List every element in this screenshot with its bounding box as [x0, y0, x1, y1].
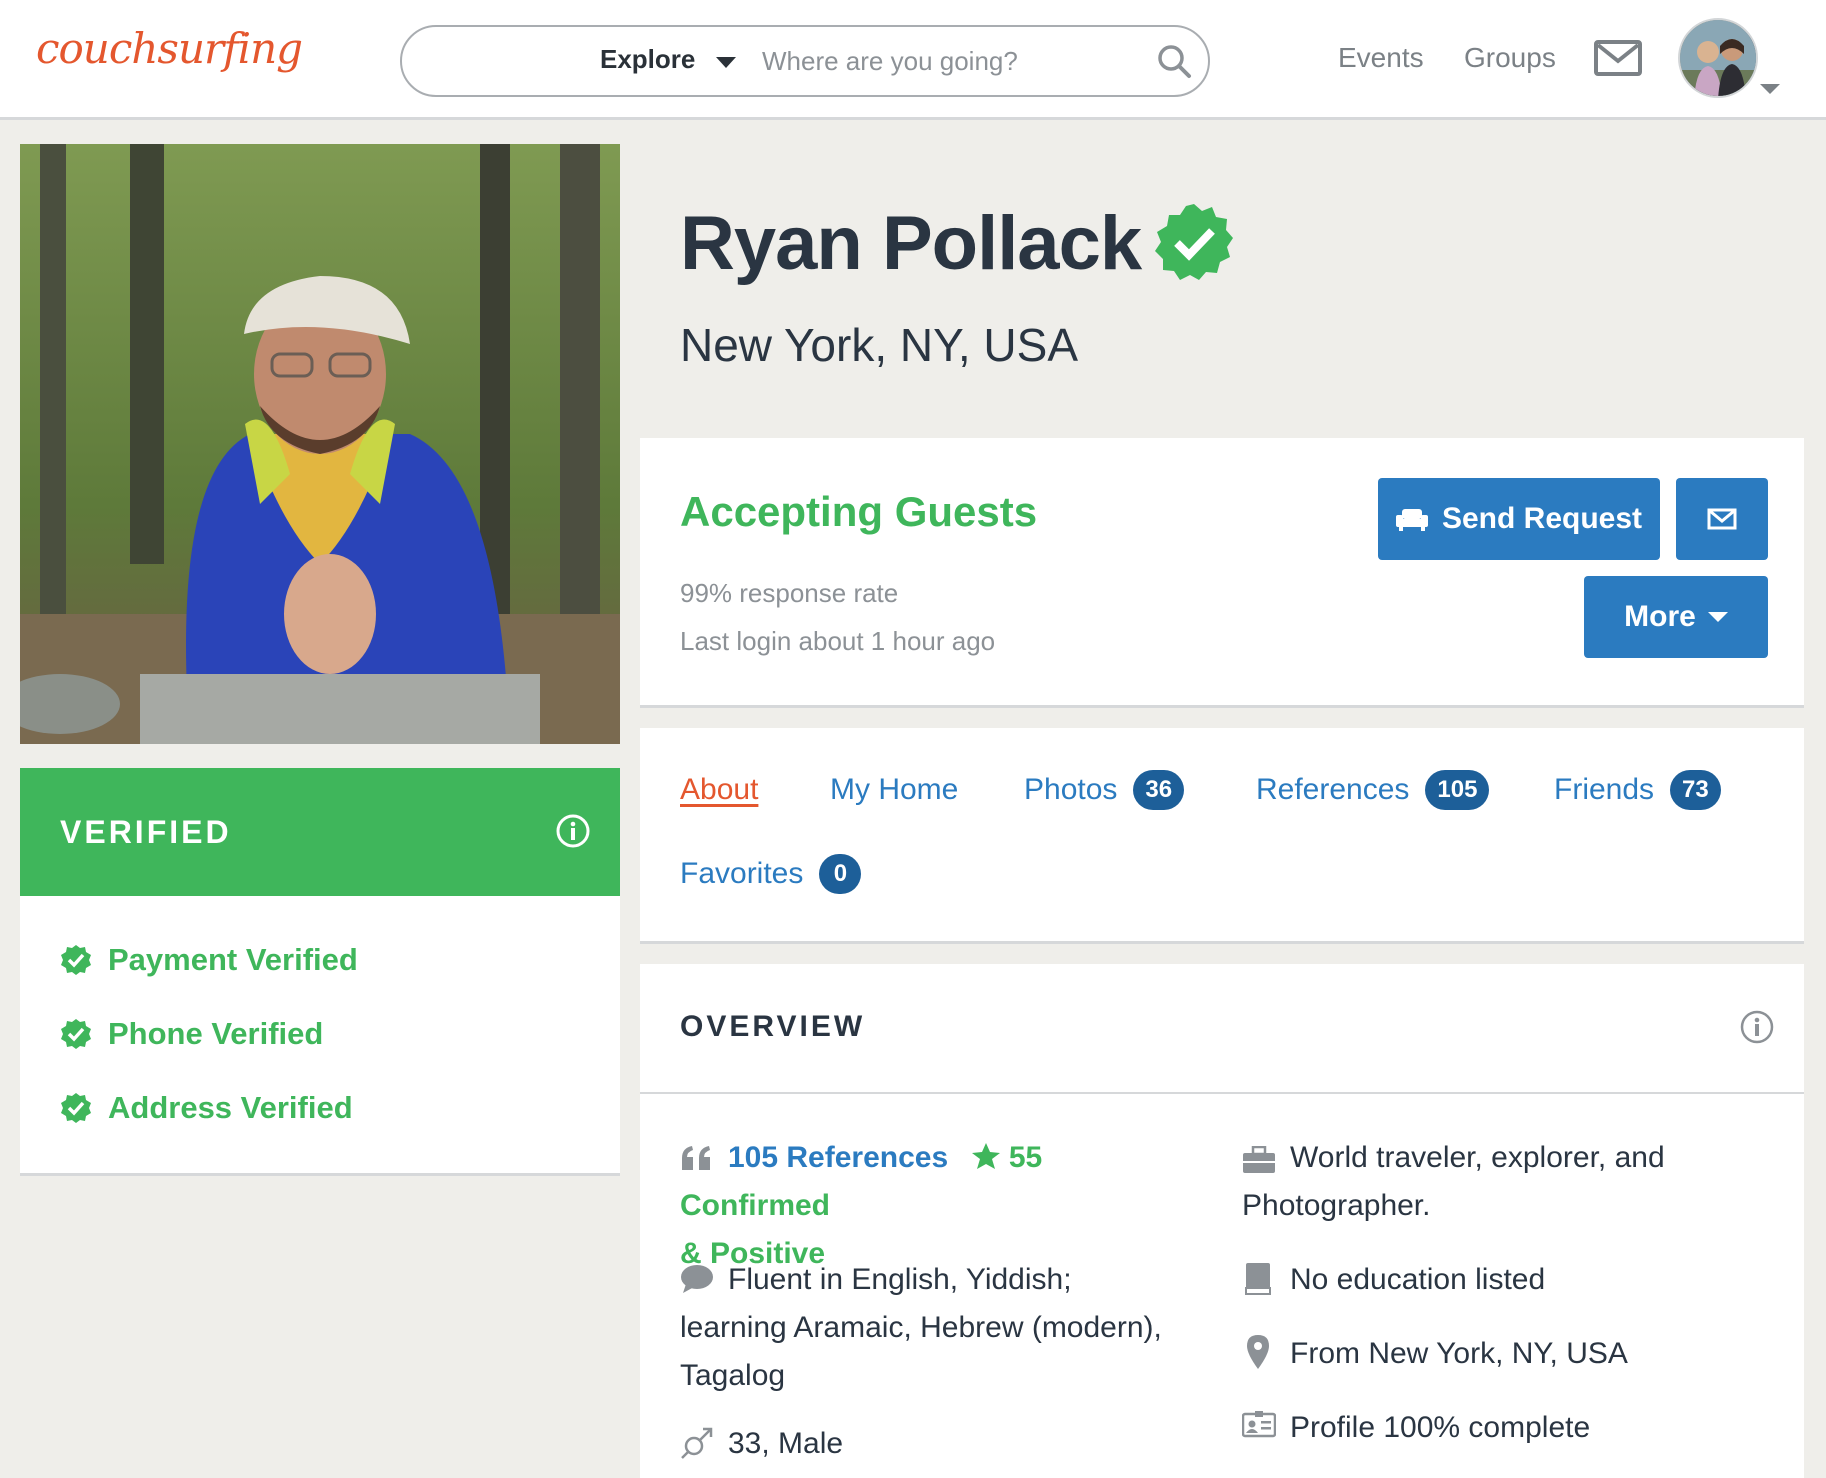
occupation: World traveler, explorer, and Photograph… — [1242, 1134, 1762, 1230]
tab-references[interactable]: References 105 — [1256, 768, 1490, 812]
star-icon — [971, 1143, 1000, 1169]
id-card-icon — [1242, 1411, 1276, 1438]
destination-search-input[interactable] — [760, 41, 1140, 81]
check-circle-icon — [61, 1093, 91, 1123]
search-icon[interactable] — [1156, 43, 1192, 79]
profile-location: New York, NY, USA — [680, 319, 1079, 371]
tab-label: Photos — [1024, 773, 1118, 806]
languages-line: Tagalog — [680, 1359, 786, 1392]
tab-label: My Home — [830, 773, 959, 806]
profile-name: Ryan Pollack — [680, 201, 1142, 286]
references-count-badge: 105 — [1425, 770, 1490, 810]
verified-badge-icon — [1155, 204, 1233, 280]
map-pin-icon — [1247, 1335, 1269, 1369]
chevron-down-icon — [1707, 612, 1728, 622]
more-button[interactable]: More — [1584, 576, 1768, 658]
send-request-label: Send Request — [1441, 502, 1643, 535]
occupation-line: Photographer. — [1242, 1189, 1431, 1222]
account-menu-chevron-icon[interactable] — [1760, 84, 1780, 94]
verified-title: VERIFIED — [60, 814, 232, 850]
hosting-status-card: Accepting Guests 99% response rate Last … — [640, 438, 1804, 708]
verification-list: Payment Verified Phone Verified Address … — [20, 896, 620, 1176]
overview-title: OVERVIEW — [680, 1010, 866, 1043]
divider — [640, 1092, 1804, 1094]
photos-count-badge: 36 — [1133, 770, 1185, 810]
verification-label: Payment Verified — [108, 942, 358, 977]
message-button[interactable] — [1676, 478, 1768, 560]
languages-line: Fluent in English, Yiddish; — [728, 1263, 1072, 1296]
tab-photos[interactable]: Photos 36 — [1024, 768, 1185, 812]
check-circle-icon — [61, 1019, 91, 1049]
gender-icon — [681, 1427, 713, 1459]
profile-photo[interactable] — [20, 144, 620, 744]
events-link[interactable]: Events — [1338, 42, 1424, 74]
mail-icon[interactable] — [1594, 40, 1642, 76]
profile-tabs: About My Home Photos 36 References 105 F… — [640, 728, 1804, 944]
occupation-line: World traveler, explorer, and — [1290, 1141, 1665, 1174]
chevron-down-icon[interactable] — [716, 57, 736, 68]
explore-dropdown[interactable]: Explore — [600, 44, 695, 75]
hometown: From New York, NY, USA — [1290, 1337, 1628, 1370]
response-rate: 99% response rate — [680, 578, 899, 608]
verification-label: Phone Verified — [108, 1016, 324, 1051]
book-icon — [1245, 1263, 1271, 1295]
friends-count-badge: 73 — [1670, 770, 1721, 810]
favorites-count-badge: 0 — [819, 854, 862, 894]
tab-my-home[interactable]: My Home — [830, 768, 958, 812]
tab-friends[interactable]: Friends 73 — [1554, 768, 1721, 812]
hosting-status: Accepting Guests — [680, 488, 1038, 535]
couchsurfing-logo[interactable]: couchsurfing — [36, 24, 303, 73]
tab-label: References — [1256, 773, 1410, 806]
verification-item-payment: Payment Verified — [60, 940, 358, 980]
languages: Fluent in English, Yiddish; learning Ara… — [680, 1256, 1200, 1400]
tab-label: Friends — [1554, 773, 1655, 806]
top-navigation-bar: couchsurfing Explore Events Groups — [0, 0, 1826, 120]
user-avatar[interactable] — [1678, 18, 1758, 98]
info-icon[interactable] — [556, 814, 590, 848]
send-request-button[interactable]: Send Request — [1378, 478, 1660, 560]
check-circle-icon — [61, 945, 91, 975]
verification-label: Address Verified — [108, 1090, 353, 1125]
verification-item-phone: Phone Verified — [60, 1014, 323, 1054]
search-bar: Explore — [400, 25, 1210, 97]
mail-icon — [1707, 508, 1737, 530]
info-icon[interactable] — [1740, 1010, 1774, 1044]
languages-line: learning Aramaic, Hebrew (modern), — [680, 1311, 1162, 1344]
tab-label: Favorites — [680, 857, 804, 890]
tab-favorites[interactable]: Favorites 0 — [680, 852, 862, 896]
profile-completeness: Profile 100% complete — [1290, 1411, 1591, 1444]
more-label: More — [1624, 600, 1696, 633]
last-login: Last login about 1 hour ago — [680, 626, 996, 656]
age-gender: 33, Male — [728, 1427, 844, 1460]
tab-about[interactable]: About — [680, 768, 758, 812]
verification-item-address: Address Verified — [60, 1088, 353, 1128]
groups-link[interactable]: Groups — [1464, 42, 1556, 74]
tab-label: About — [680, 773, 759, 806]
overview-card: OVERVIEW 105 References 55 Confirmed & P… — [640, 964, 1804, 1478]
education: No education listed — [1290, 1263, 1546, 1296]
references-link[interactable]: 105 References — [728, 1141, 948, 1174]
couch-icon — [1395, 509, 1428, 531]
verified-header: VERIFIED — [20, 768, 620, 896]
